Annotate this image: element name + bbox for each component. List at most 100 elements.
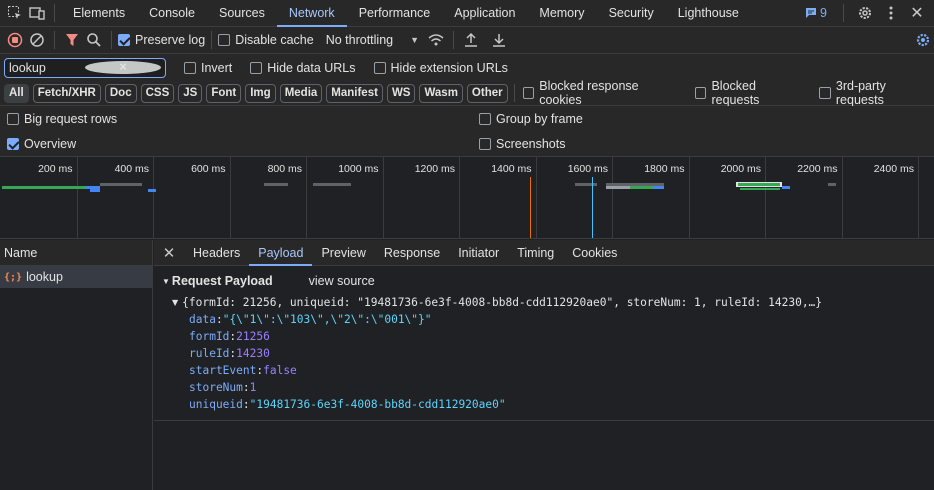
invert-checkbox[interactable]: Invert	[184, 61, 232, 75]
network-settings-gear-icon[interactable]	[912, 29, 934, 51]
issues-badge[interactable]: 9	[805, 6, 827, 20]
payload-key: data	[189, 313, 216, 326]
group-by-frame-checkbox[interactable]: Group by frame	[479, 112, 583, 126]
settings-gear-icon[interactable]	[854, 2, 876, 24]
expand-triangle-icon[interactable]: ▼	[172, 298, 178, 307]
device-toolbar-icon[interactable]	[26, 2, 48, 24]
payload-field-data[interactable]: data: "{\"1\":\"103\",\"2\":\"001\"}"	[189, 311, 934, 328]
stop-recording-icon[interactable]	[4, 29, 26, 51]
detail-tab-timing[interactable]: Timing	[508, 240, 563, 266]
blocked-requests-box[interactable]	[694, 87, 707, 99]
type-chip-ws[interactable]: WS	[386, 83, 416, 103]
timeline-gridline	[535, 157, 537, 238]
tab-lighthouse[interactable]: Lighthouse	[666, 0, 751, 27]
divider	[54, 31, 55, 49]
disable-cache-checkbox[interactable]: Disable cache	[218, 33, 314, 47]
overview-checkbox[interactable]: Overview	[7, 137, 76, 151]
type-chip-all[interactable]: All	[4, 83, 29, 103]
type-chip-media[interactable]: Media	[279, 83, 323, 103]
type-chip-font[interactable]: Font	[206, 83, 242, 103]
tab-elements[interactable]: Elements	[61, 0, 137, 27]
throttling-select[interactable]: No throttling ▼	[326, 33, 419, 47]
preserve-log-box[interactable]	[118, 34, 130, 46]
import-har-icon[interactable]	[460, 29, 482, 51]
screenshots-box[interactable]	[479, 138, 491, 150]
clear-icon[interactable]	[26, 29, 48, 51]
third-party-requests-box[interactable]	[819, 87, 831, 99]
close-devtools-icon[interactable]: ✕	[906, 2, 928, 24]
preserve-log-checkbox[interactable]: Preserve log	[118, 33, 205, 47]
blocked-requests-checkbox[interactable]: Blocked requests	[694, 79, 804, 107]
filter-input[interactable]: lookup ×	[4, 57, 166, 78]
timeline-tick-label: 2000 ms	[720, 163, 761, 175]
detail-tab-initiator[interactable]: Initiator	[449, 240, 508, 266]
big-request-rows-checkbox[interactable]: Big request rows	[7, 112, 117, 126]
network-conditions-icon[interactable]	[425, 29, 447, 51]
timeline-tick-label: 2400 ms	[873, 163, 914, 175]
clear-filter-icon[interactable]: ×	[85, 61, 161, 74]
type-chip-manifest[interactable]: Manifest	[326, 83, 383, 103]
filter-icon[interactable]	[61, 29, 83, 51]
payload-summary[interactable]: ▼ {formId: 21256, uniqueid: "19481736-6e…	[172, 294, 934, 311]
payload-field-startevent[interactable]: startEvent: false	[189, 362, 934, 379]
expand-triangle-icon[interactable]: ▼	[162, 277, 170, 286]
payload-colon: :	[215, 313, 223, 326]
hide-data-urls-box[interactable]	[250, 61, 263, 74]
hide-data-urls-checkbox[interactable]: Hide data URLs	[250, 61, 356, 75]
payload-key: ruleId	[189, 347, 230, 360]
payload-field-storenum[interactable]: storeNum: 1	[189, 379, 934, 396]
type-chip-other[interactable]: Other	[466, 83, 508, 103]
third-party-requests-checkbox[interactable]: 3rd-party requests	[819, 79, 934, 107]
timeline-bar	[738, 183, 780, 186]
disable-cache-box[interactable]	[218, 34, 231, 46]
filter-row: lookup × Invert Hide data URLs Hide exte…	[0, 54, 934, 81]
name-column-header[interactable]: Name	[0, 240, 152, 266]
request-row[interactable]: {;} lookup	[0, 266, 152, 288]
big-request-rows-label: Big request rows	[24, 112, 118, 126]
detail-tab-payload[interactable]: Payload	[249, 240, 313, 266]
payload-header[interactable]: ▼ Request Payload view source	[162, 272, 934, 290]
overview-box[interactable]	[7, 138, 19, 150]
tab-memory[interactable]: Memory	[527, 0, 596, 27]
payload-field-formid[interactable]: formId: 21256	[189, 328, 934, 345]
timeline-tick-label: 200 ms	[38, 163, 73, 175]
detail-tab-cookies[interactable]: Cookies	[563, 240, 626, 266]
type-chip-doc[interactable]: Doc	[104, 83, 137, 103]
type-chip-wasm[interactable]: Wasm	[419, 83, 463, 103]
tab-network[interactable]: Network	[276, 0, 347, 27]
hide-extension-urls-checkbox[interactable]: Hide extension URLs	[373, 61, 508, 75]
timeline-tick-label: 1600 ms	[567, 163, 608, 175]
type-chip-js[interactable]: JS	[178, 83, 203, 103]
detail-tab-preview[interactable]: Preview	[312, 240, 374, 266]
blocked-response-cookies-box[interactable]	[522, 87, 535, 99]
group-by-frame-box[interactable]	[479, 113, 491, 125]
detail-tab-response[interactable]: Response	[375, 240, 449, 266]
screenshots-checkbox[interactable]: Screenshots	[479, 137, 565, 151]
filter-input-value[interactable]: lookup	[9, 61, 85, 75]
hide-extension-urls-box[interactable]	[373, 61, 386, 74]
search-icon[interactable]	[83, 29, 105, 51]
blocked-response-cookies-checkbox[interactable]: Blocked response cookies	[522, 79, 680, 107]
close-detail-icon[interactable]: ✕	[154, 244, 184, 262]
timeline-bar	[264, 183, 288, 186]
view-source-link[interactable]: view source	[309, 274, 375, 288]
tab-application[interactable]: Application	[442, 0, 527, 27]
timeline-bar	[782, 186, 790, 189]
payload-field-uniqueid[interactable]: uniqueid: "19481736-6e3f-4008-bb8d-cdd11…	[189, 396, 934, 413]
payload-field-ruleid[interactable]: ruleId: 14230	[189, 345, 934, 362]
timeline-gridline	[612, 157, 613, 238]
tab-performance[interactable]: Performance	[347, 0, 443, 27]
type-chip-img[interactable]: Img	[245, 83, 276, 103]
tab-sources[interactable]: Sources	[207, 0, 277, 27]
big-request-rows-box[interactable]	[7, 113, 19, 125]
type-chip-fetch-xhr[interactable]: Fetch/XHR	[32, 83, 101, 103]
network-overview-timeline[interactable]: 200 ms 400 ms 600 ms 800 ms 1000 ms 1200 ms 14…	[0, 157, 934, 239]
detail-tab-headers[interactable]: Headers	[184, 240, 249, 266]
inspect-element-icon[interactable]	[4, 2, 26, 24]
more-options-icon[interactable]	[880, 2, 902, 24]
tab-console[interactable]: Console	[137, 0, 207, 27]
invert-box[interactable]	[184, 61, 196, 74]
export-har-icon[interactable]	[488, 29, 510, 51]
type-chip-css[interactable]: CSS	[140, 83, 175, 103]
tab-security[interactable]: Security	[597, 0, 666, 27]
